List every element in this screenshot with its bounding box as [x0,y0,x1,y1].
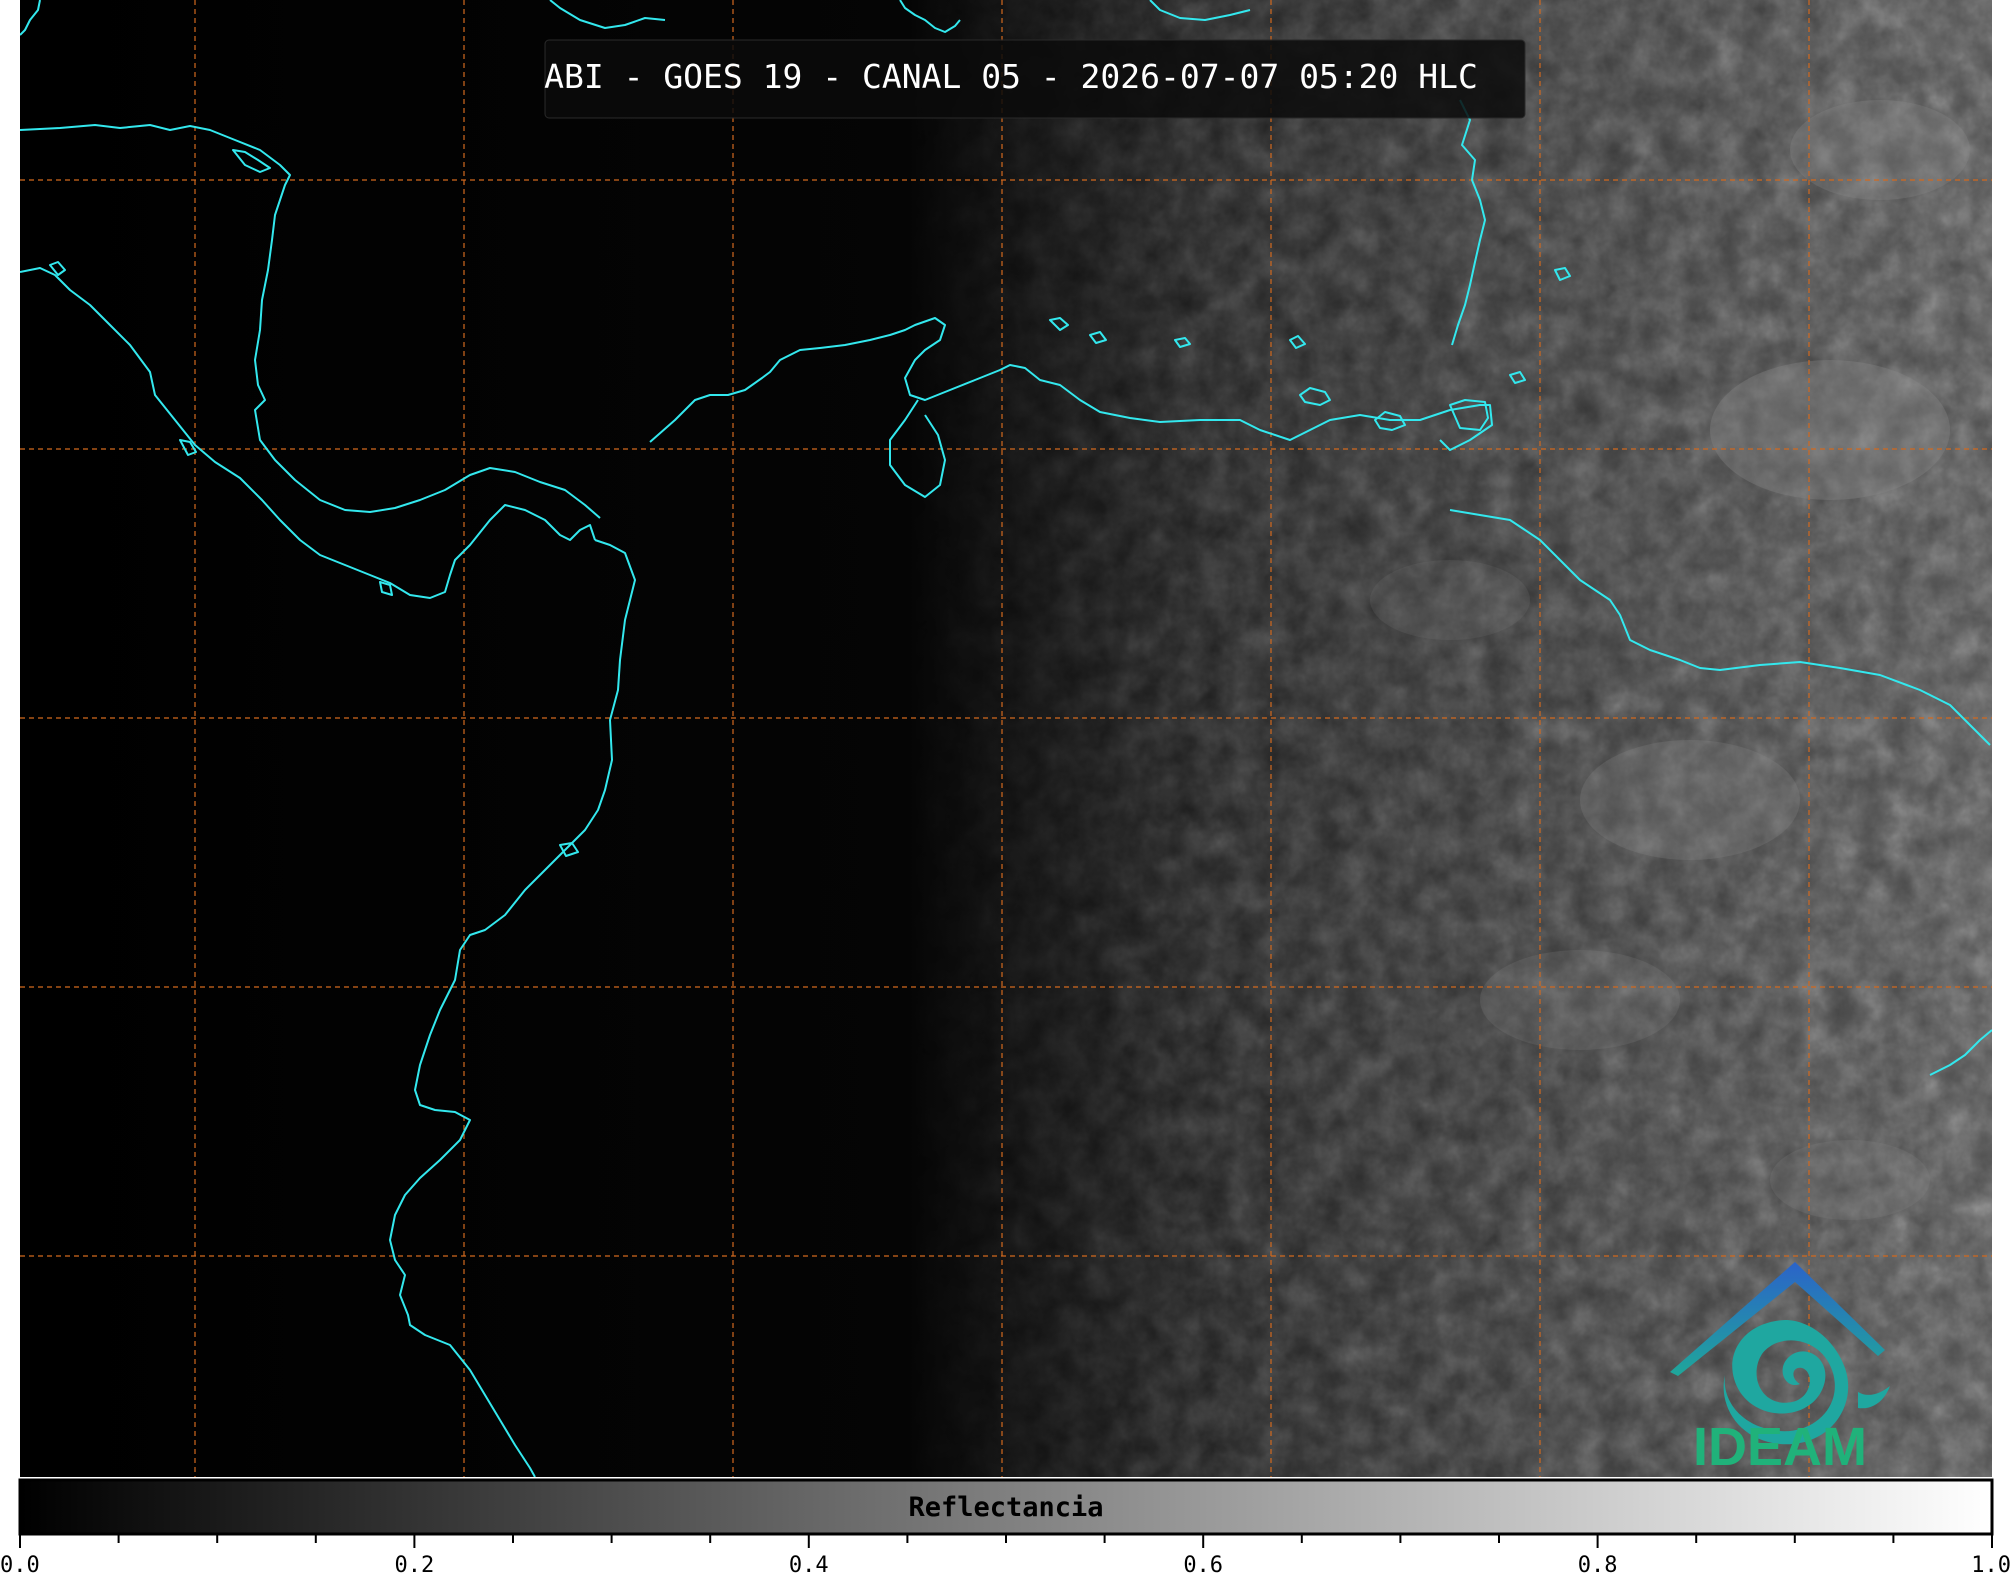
map-panel: IDEAM ABI - GOES 19 - CANAL 05 - 2026-07… [20,0,1992,1477]
title-box: ABI - GOES 19 - CANAL 05 - 2026-07-07 05… [544,39,1526,119]
logo-text: IDEAM [1693,1417,1867,1477]
colorbar-label: Reflectancia [908,1492,1103,1523]
satellite-map-figure: IDEAM ABI - GOES 19 - CANAL 05 - 2026-07… [0,0,2011,1577]
colorbar: Reflectancia 0.0 0.2 0.4 0.6 0.8 1.0 [0,1478,2011,1577]
map-title: ABI - GOES 19 - CANAL 05 - 2026-07-07 05… [544,57,1478,96]
colorbar-tick-label: 0.0 [0,1553,40,1577]
colorbar-tick-label: 0.6 [1183,1553,1223,1577]
colorbar-tick-label: 0.8 [1578,1553,1618,1577]
colorbar-tick-label: 1.0 [1971,1553,2011,1577]
colorbar-tick-label: 0.4 [789,1553,829,1577]
colorbar-tick-label: 0.2 [395,1553,435,1577]
colorbar-ticks: 0.0 0.2 0.4 0.6 0.8 1.0 [0,1534,2011,1577]
